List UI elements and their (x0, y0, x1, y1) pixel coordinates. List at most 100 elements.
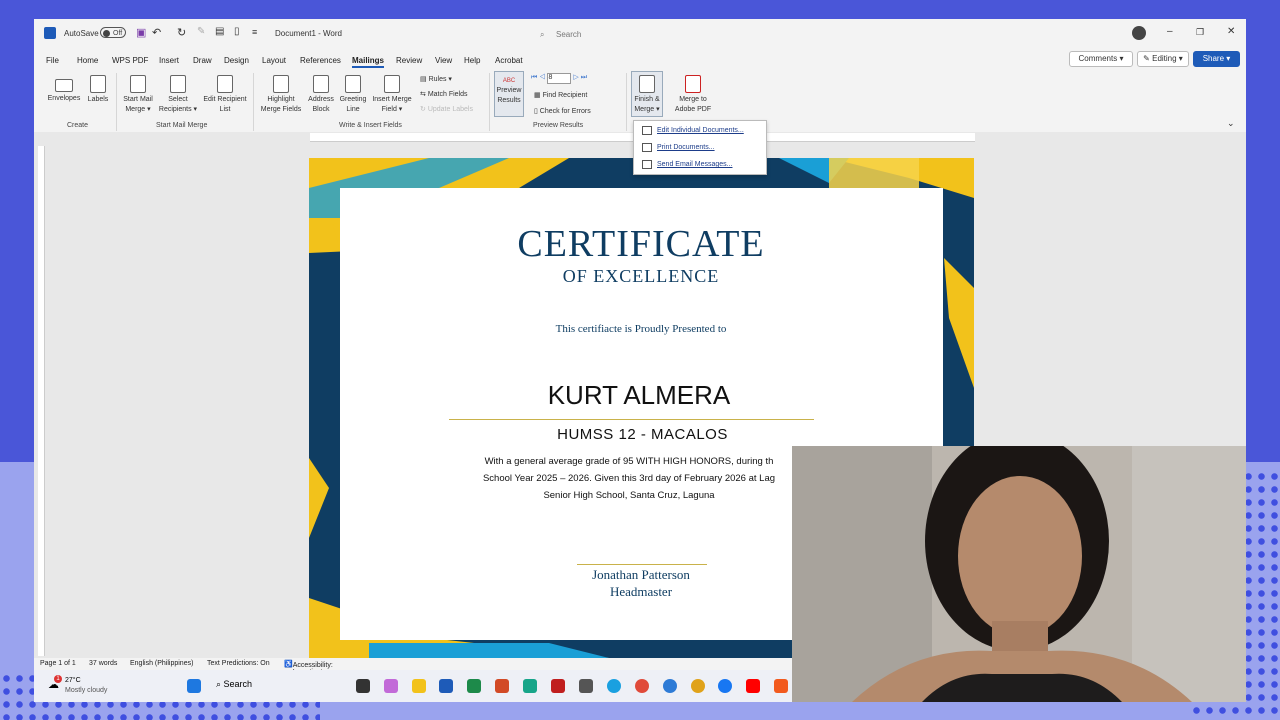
rules-button[interactable]: ▤ Rules ▾ (420, 75, 452, 83)
webcam-person-image (792, 446, 1246, 702)
address-block-button[interactable]: Address Block (306, 75, 336, 115)
weather-description[interactable]: Mostly cloudy (65, 687, 107, 694)
tab-acrobat[interactable]: Acrobat (495, 56, 523, 65)
word-count[interactable]: 37 words (89, 660, 117, 667)
tab-mailings[interactable]: Mailings (352, 56, 385, 68)
chrome-alt-icon[interactable] (691, 679, 705, 693)
tab-design[interactable]: Design (224, 56, 249, 65)
greeting-line-button[interactable]: Greeting Line (337, 75, 369, 115)
edit-list-icon (217, 75, 233, 93)
preview-results-button[interactable]: ABC Preview Results (494, 71, 524, 117)
record-number-input[interactable]: 8 (547, 73, 572, 84)
page-count[interactable]: Page 1 of 1 (40, 660, 76, 667)
windows-start-icon[interactable] (187, 679, 201, 693)
presented-to-text: This certifiacte is Proudly Presented to (555, 323, 727, 335)
facebook-icon[interactable] (718, 679, 732, 693)
insert-merge-field-button[interactable]: Insert Merge Field ▾ (370, 75, 414, 115)
redo-icon[interactable]: ↻ (177, 26, 186, 39)
customize-toolbar-icon[interactable]: ≡ (252, 27, 257, 37)
tab-references[interactable]: References (300, 56, 341, 65)
merge-to-pdf-button[interactable]: Merge to Adobe PDF (670, 75, 716, 115)
language-indicator[interactable]: English (Philippines) (130, 660, 193, 667)
tab-review[interactable]: Review (396, 56, 422, 65)
search-box[interactable]: ⌕ Search (534, 26, 759, 44)
text-predictions[interactable]: Text Predictions: On (207, 660, 270, 667)
publisher-icon[interactable] (523, 679, 537, 693)
finish-merge-button[interactable]: Finish & Merge ▾ (631, 71, 663, 117)
collapse-ribbon-icon[interactable]: ⌄ (1227, 118, 1235, 129)
format-painter-icon[interactable]: ✎ (197, 26, 205, 37)
labels-button[interactable]: Labels (85, 75, 111, 105)
certificate-title: CERTIFICATE (517, 223, 765, 265)
youtube-icon[interactable] (746, 679, 760, 693)
menu-edit-individual-documents[interactable]: Edit Individual Documents... (657, 127, 744, 134)
copilot-icon[interactable] (384, 679, 398, 693)
start-mail-merge-button[interactable]: Start Mail Merge ▾ (120, 75, 156, 115)
check-errors-button[interactable]: ▯ Check for Errors (534, 107, 591, 115)
new-doc-icon[interactable]: ▯ (234, 26, 240, 37)
tab-view[interactable]: View (435, 56, 452, 65)
weather-temperature[interactable]: 27°C (65, 677, 81, 684)
select-recipients-button[interactable]: Select Recipients ▾ (157, 75, 199, 115)
powerpoint-icon[interactable] (495, 679, 509, 693)
menu-print-documents[interactable]: Print Documents... (657, 144, 715, 151)
chrome-icon[interactable] (635, 679, 649, 693)
find-recipient-button[interactable]: ▦ Find Recipient (534, 91, 587, 99)
close-icon[interactable]: ✕ (1227, 26, 1235, 37)
highlight-merge-fields-button[interactable]: Highlight Merge Fields (258, 75, 304, 115)
print-layout-icon[interactable]: ▤ (215, 26, 224, 37)
merge-field-icon (384, 75, 400, 93)
tab-wps-pdf[interactable]: WPS PDF (112, 56, 148, 65)
update-labels-button[interactable]: ↻ Update Labels (420, 105, 473, 113)
acrobat-icon[interactable] (551, 679, 565, 693)
next-record-icon[interactable]: ▷ (573, 74, 578, 81)
group-start-mail-merge: Start Mail Merge (156, 122, 208, 129)
user-avatar[interactable] (1132, 26, 1146, 40)
search-icon: ⌕ (540, 30, 545, 39)
edit-documents-icon (642, 126, 652, 135)
envelope-icon (55, 79, 73, 92)
edge-icon[interactable] (607, 679, 621, 693)
menu-send-email-messages[interactable]: Send Email Messages... (657, 161, 732, 168)
accessibility-status[interactable]: ♿ Accessibility: Investigate (284, 660, 333, 676)
app-icon[interactable] (579, 679, 593, 693)
comments-button[interactable]: Comments ▾ (1069, 51, 1133, 67)
tab-file[interactable]: File (46, 56, 59, 65)
editing-button[interactable]: ✎ Editing ▾ (1137, 51, 1189, 67)
word-taskbar-icon[interactable] (439, 679, 453, 693)
body-line-3: Senior High School, Santa Cruz, Laguna (543, 490, 715, 501)
recipients-icon (170, 75, 186, 93)
last-record-icon[interactable]: ⏭ (581, 74, 587, 81)
envelopes-button[interactable]: Envelopes (46, 75, 82, 104)
ribbon-separator (116, 73, 117, 131)
group-write-insert: Write & Insert Fields (339, 122, 402, 129)
match-fields-button[interactable]: ⇆ Match Fields (420, 90, 468, 98)
mail-merge-icon (130, 75, 146, 93)
minimize-icon[interactable]: – (1167, 26, 1173, 37)
taskbar-search[interactable]: ⌕ Search (216, 679, 252, 690)
address-icon (313, 75, 329, 93)
video-frame-top (0, 0, 1280, 18)
task-view-icon[interactable] (356, 679, 370, 693)
save-icon[interactable]: ▣ (136, 26, 146, 39)
recipient-section: HUMSS 12 - MACALOS (557, 426, 728, 443)
tab-insert[interactable]: Insert (159, 56, 179, 65)
excel-icon[interactable] (467, 679, 481, 693)
autosave-toggle[interactable]: Off (100, 27, 126, 38)
tab-draw[interactable]: Draw (193, 56, 212, 65)
certificate-body: With a general average grade of 95 WITH … (449, 453, 809, 504)
brave-icon[interactable] (774, 679, 788, 693)
ribbon-separator (626, 73, 627, 131)
tab-home[interactable]: Home (77, 56, 98, 65)
undo-icon[interactable]: ↶ (152, 26, 161, 39)
first-record-icon[interactable]: ⏮ (531, 74, 537, 81)
word-logo-icon (44, 27, 56, 39)
chrome-profile-icon[interactable] (663, 679, 677, 693)
tab-layout[interactable]: Layout (262, 56, 286, 65)
file-explorer-icon[interactable] (412, 679, 426, 693)
share-button[interactable]: Share ▾ (1193, 51, 1240, 67)
tab-help[interactable]: Help (464, 56, 480, 65)
previous-record-icon[interactable]: ◁ (539, 74, 545, 81)
edit-recipient-list-button[interactable]: Edit Recipient List (201, 75, 249, 115)
restore-icon[interactable]: ❐ (1196, 27, 1204, 38)
